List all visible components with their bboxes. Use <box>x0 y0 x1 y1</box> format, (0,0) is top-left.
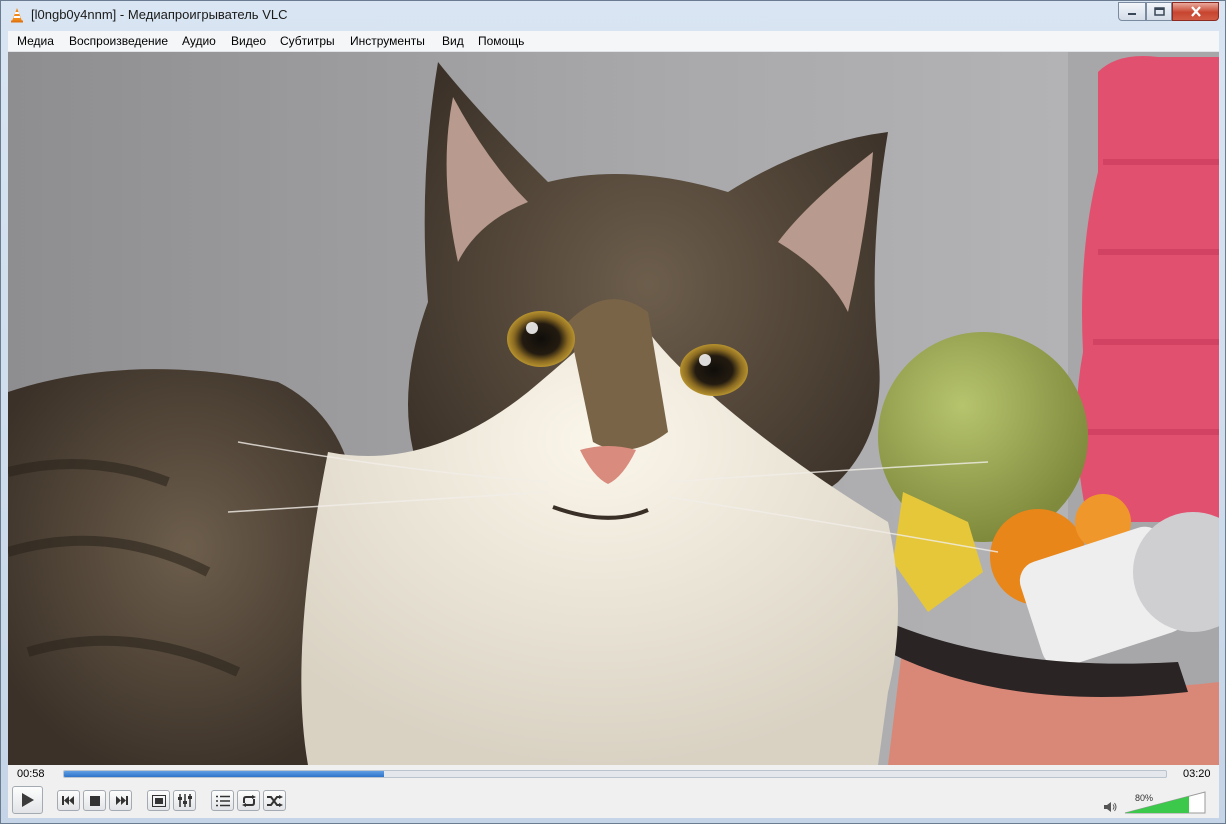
close-icon <box>1190 6 1201 17</box>
vlc-cone-icon <box>11 8 23 23</box>
menu-media[interactable]: Медиа <box>17 34 54 48</box>
menu-subtitles[interactable]: Субтитры <box>280 34 335 48</box>
extended-settings-button[interactable] <box>173 790 196 811</box>
video-frame-cat-image <box>8 52 1219 765</box>
seek-bar[interactable] <box>63 770 1167 778</box>
elapsed-time: 00:58 <box>17 768 45 780</box>
control-bar: 00:58 03:20 80% <box>8 765 1219 818</box>
menu-audio[interactable]: Аудио <box>182 34 216 48</box>
menu-help[interactable]: Помощь <box>478 34 524 48</box>
video-area[interactable] <box>8 52 1219 765</box>
menu-playback[interactable]: Воспроизведение <box>69 34 168 48</box>
maximize-button[interactable] <box>1146 2 1172 21</box>
loop-button[interactable] <box>237 790 260 811</box>
next-button[interactable] <box>109 790 132 811</box>
menu-view[interactable]: Вид <box>442 34 464 48</box>
fullscreen-icon <box>151 794 166 807</box>
window-title: [l0ngb0y4nnm] - Медиапроигрыватель VLC <box>31 7 288 22</box>
shuffle-button[interactable] <box>263 790 286 811</box>
speaker-icon[interactable] <box>1104 801 1118 813</box>
total-time: 03:20 <box>1183 768 1211 780</box>
stop-button[interactable] <box>83 790 106 811</box>
playlist-icon <box>215 795 230 806</box>
menu-tools[interactable]: Инструменты <box>350 34 425 48</box>
menu-bar: Медиа Воспроизведение Аудио Видео Субтит… <box>8 31 1219 52</box>
loop-icon <box>241 794 256 807</box>
previous-icon <box>61 796 74 805</box>
maximize-icon <box>1153 7 1165 16</box>
stop-icon <box>89 795 100 806</box>
menu-video[interactable]: Видео <box>231 34 266 48</box>
vlc-window: [l0ngb0y4nnm] - Медиапроигрыватель VLC М… <box>0 0 1226 824</box>
play-icon <box>21 793 34 807</box>
minimize-button[interactable] <box>1118 2 1146 21</box>
playlist-button[interactable] <box>211 790 234 811</box>
seek-bar-progress <box>64 771 384 777</box>
extended-settings-icon <box>177 794 192 807</box>
volume-slider[interactable] <box>1124 791 1206 814</box>
fullscreen-button[interactable] <box>147 790 170 811</box>
title-bar[interactable]: [l0ngb0y4nnm] - Медиапроигрыватель VLC <box>1 1 1225 29</box>
close-button[interactable] <box>1172 2 1219 21</box>
shuffle-icon <box>266 794 283 807</box>
play-button[interactable] <box>12 786 43 814</box>
next-icon <box>115 796 128 805</box>
minimize-icon <box>1128 12 1136 15</box>
previous-button[interactable] <box>57 790 80 811</box>
